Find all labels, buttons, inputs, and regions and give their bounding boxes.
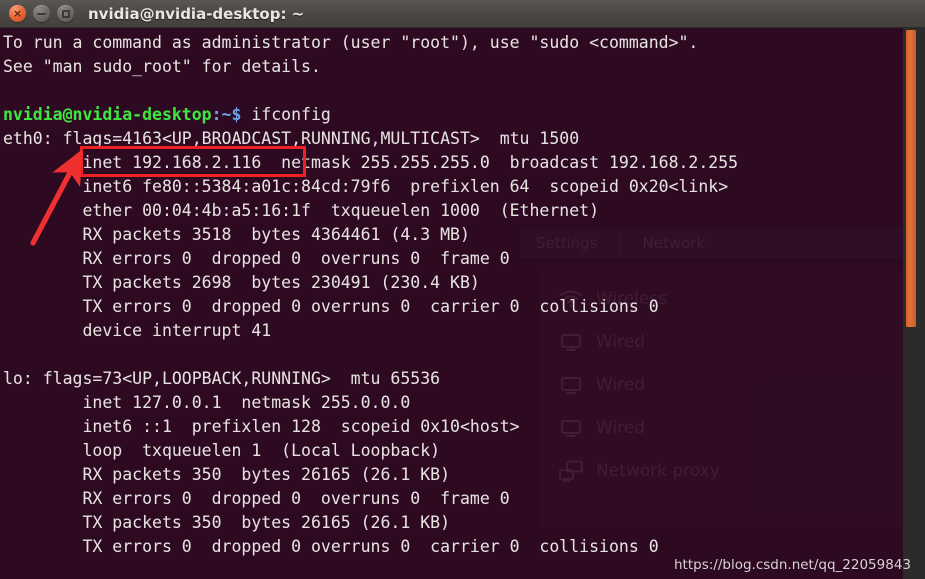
annotation-arrow	[30, 149, 83, 246]
window-titlebar[interactable]: × nvidia@nvidia-desktop: ~	[0, 0, 925, 28]
maximize-icon	[61, 9, 70, 18]
prompt-command: ifconfig	[241, 105, 331, 124]
annotation-highlight-box	[80, 146, 306, 177]
terminal-line: TX errors 0 dropped 0 overruns 0 carrier…	[3, 297, 659, 316]
terminal-line: TX packets 2698 bytes 230491 (230.4 KB)	[3, 273, 480, 292]
close-icon: ×	[12, 7, 23, 20]
terminal-scrollbar-track[interactable]	[903, 28, 925, 579]
terminal-window: Settings Network Wireless Wired Wired Wi…	[0, 0, 925, 579]
watermark-text: https://blog.csdn.net/qq_22059843	[673, 557, 911, 573]
close-button[interactable]: ×	[9, 5, 26, 22]
prompt-user-host: nvidia@nvidia-desktop	[3, 105, 212, 124]
terminal-line: lo: flags=73<UP,LOOPBACK,RUNNING> mtu 65…	[3, 369, 441, 388]
terminal-lines: To run a command as administrator (user …	[3, 31, 903, 579]
terminal-line: See "man sudo_root" for details.	[3, 57, 321, 76]
terminal-line: To run a command as administrator (user …	[3, 33, 699, 52]
terminal-line: inet6 ::1 prefixlen 128 scopeid 0x10<hos…	[3, 417, 520, 436]
terminal-line: loop txqueuelen 1 (Local Loopback)	[3, 441, 441, 460]
minimize-button[interactable]	[33, 5, 50, 22]
terminal-line: RX errors 0 dropped 0 overruns 0 frame 0	[3, 249, 510, 268]
minimize-icon	[37, 13, 46, 15]
terminal-line: RX packets 3518 bytes 4364461 (4.3 MB)	[3, 225, 470, 244]
terminal-line: inet6 fe80::5384:a01c:84cd:79f6 prefixle…	[3, 177, 729, 196]
window-title: nvidia@nvidia-desktop: ~	[88, 4, 305, 23]
terminal-line: TX packets 350 bytes 26165 (26.1 KB)	[3, 513, 451, 532]
terminal-line: RX packets 350 bytes 26165 (26.1 KB)	[3, 465, 451, 484]
terminal-line: TX errors 0 dropped 0 overruns 0 carrier…	[3, 537, 659, 556]
terminal-prompt-line: nvidia@nvidia-desktop:~$ ifconfig	[3, 103, 903, 127]
terminal-line: device interrupt 41	[3, 321, 272, 340]
prompt-path: :~$	[211, 105, 242, 124]
terminal-scrollbar-thumb[interactable]	[906, 30, 916, 327]
terminal-output-area[interactable]: To run a command as administrator (user …	[0, 28, 903, 579]
terminal-line: inet 127.0.0.1 netmask 255.0.0.0	[3, 393, 411, 412]
maximize-button[interactable]	[57, 5, 74, 22]
terminal-line: ether 00:04:4b:a5:16:1f txqueuelen 1000 …	[3, 201, 600, 220]
terminal-line: RX errors 0 dropped 0 overruns 0 frame 0	[3, 489, 510, 508]
